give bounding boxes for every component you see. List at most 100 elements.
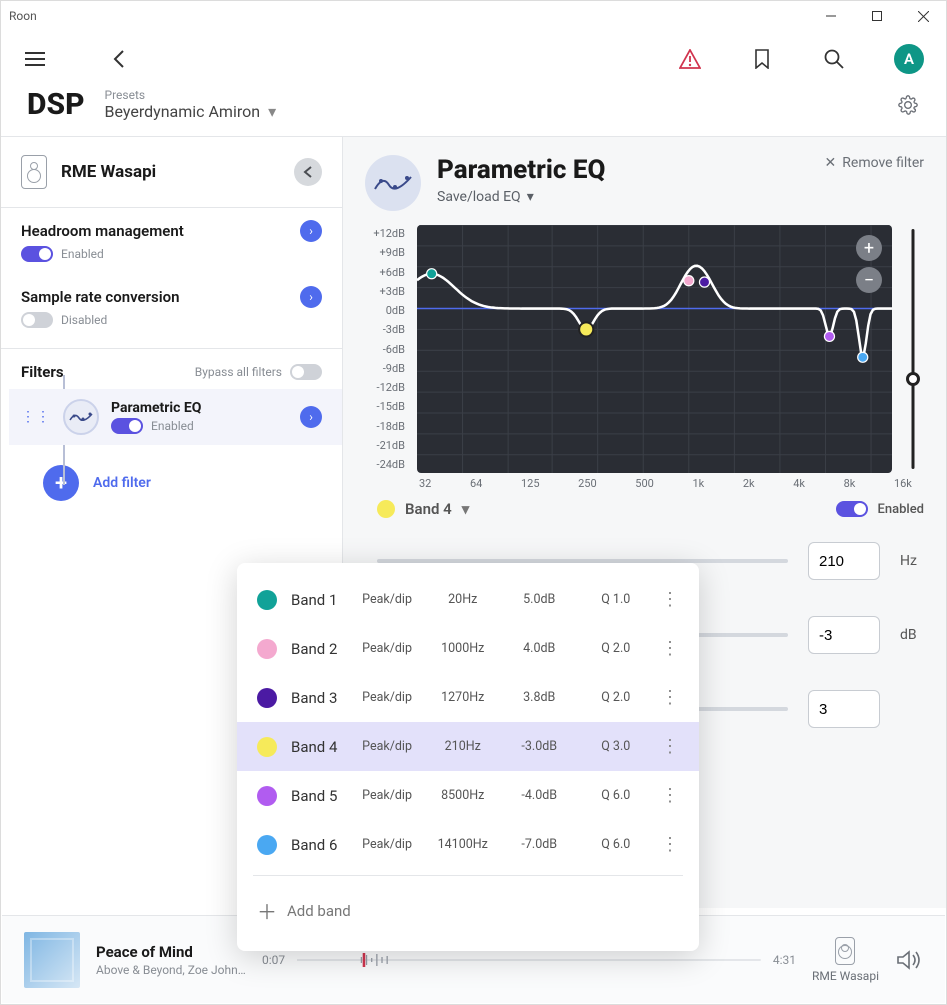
- band-q: Q 1.0: [585, 592, 648, 607]
- back-icon[interactable]: [107, 47, 131, 71]
- band-color-dot: [257, 737, 277, 757]
- vertical-slider[interactable]: [902, 225, 924, 473]
- filter-item-parametric-eq[interactable]: ⋮⋮ Parametric EQ Enabled ›: [9, 389, 342, 445]
- more-icon[interactable]: ⋮: [661, 589, 679, 610]
- add-filter-button[interactable]: + Add filter: [9, 445, 342, 521]
- headroom-row[interactable]: Headroom management › Enabled: [1, 208, 342, 274]
- src-row[interactable]: Sample rate conversion › Disabled: [1, 274, 342, 340]
- band-color-dot: [257, 688, 277, 708]
- band-color-dot: [257, 786, 277, 806]
- band-freq: 14100Hz: [432, 837, 495, 852]
- window-minimize-button[interactable]: [808, 1, 854, 31]
- src-toggle[interactable]: [21, 312, 53, 328]
- band-dropdown-item[interactable]: Band 5 Peak/dip 8500Hz -4.0dB Q 6.0 ⋮: [237, 771, 699, 820]
- zone-selector[interactable]: RME Wasapi: [812, 937, 879, 983]
- src-title: Sample rate conversion: [21, 288, 179, 306]
- bookmark-icon[interactable]: [750, 47, 774, 71]
- x-axis-labels: 32641252505001k2k4k8k16k: [365, 473, 924, 490]
- add-band-label: Add band: [287, 902, 351, 920]
- band-gain: 5.0dB: [508, 592, 571, 607]
- zone-name: RME Wasapi: [812, 969, 879, 983]
- gain-input[interactable]: [808, 616, 880, 654]
- band-type: Peak/dip: [362, 690, 417, 705]
- search-icon[interactable]: [822, 47, 846, 71]
- band-freq: 210Hz: [432, 739, 495, 754]
- filters-heading: Filters: [21, 363, 64, 381]
- chevron-down-icon: ▾: [527, 189, 534, 205]
- save-load-button[interactable]: Save/load EQ ▾: [437, 189, 605, 205]
- band-freq: 1270Hz: [432, 690, 495, 705]
- add-filter-label: Add filter: [93, 475, 151, 491]
- band-name: Band 3: [291, 689, 348, 707]
- zoom-in-button[interactable]: +: [856, 235, 882, 261]
- alert-icon[interactable]: [678, 47, 702, 71]
- band-selector[interactable]: Band 4 ▾ Enabled: [365, 490, 924, 524]
- band-dropdown[interactable]: Band 1 Peak/dip 20Hz 5.0dB Q 1.0 ⋮ Band …: [237, 563, 699, 951]
- band-q: Q 6.0: [585, 788, 648, 803]
- q-input[interactable]: [808, 690, 880, 728]
- add-band-button[interactable]: ＋ Add band: [237, 882, 699, 939]
- more-icon[interactable]: ⋮: [661, 687, 679, 708]
- window-maximize-button[interactable]: [854, 1, 900, 31]
- band-freq: 8500Hz: [432, 788, 495, 803]
- zoom-out-button[interactable]: −: [856, 267, 882, 293]
- drag-handle-icon[interactable]: ⋮⋮: [21, 409, 51, 425]
- band-color-dot: [257, 639, 277, 659]
- time-elapsed: 0:07: [262, 953, 285, 967]
- chevron-right-icon[interactable]: ›: [300, 220, 322, 242]
- seek-bar[interactable]: [297, 951, 761, 969]
- window-close-button[interactable]: [900, 1, 946, 31]
- collapse-icon[interactable]: [294, 158, 322, 186]
- headroom-toggle[interactable]: [21, 246, 53, 262]
- band-dropdown-item[interactable]: Band 1 Peak/dip 20Hz 5.0dB Q 1.0 ⋮: [237, 575, 699, 624]
- band-dropdown-item[interactable]: Band 2 Peak/dip 1000Hz 4.0dB Q 2.0 ⋮: [237, 624, 699, 673]
- window-titlebar: Roon: [1, 1, 946, 31]
- band-color-dot: [257, 835, 277, 855]
- band-q: Q 6.0: [585, 837, 648, 852]
- more-icon[interactable]: ⋮: [661, 834, 679, 855]
- bypass-all-toggle[interactable]: Bypass all filters: [195, 364, 322, 380]
- enabled-label: Enabled: [878, 502, 925, 517]
- album-art[interactable]: [24, 932, 80, 988]
- eq-chart[interactable]: + −: [417, 225, 892, 473]
- more-icon[interactable]: ⋮: [661, 638, 679, 659]
- filter-toggle[interactable]: [111, 418, 143, 434]
- band-name: Band 2: [291, 640, 348, 658]
- topbar: A: [1, 31, 946, 87]
- plus-icon: +: [43, 465, 79, 501]
- band-dropdown-item[interactable]: Band 3 Peak/dip 1270Hz 3.8dB Q 2.0 ⋮: [237, 673, 699, 722]
- more-icon[interactable]: ⋮: [661, 736, 679, 757]
- avatar[interactable]: A: [894, 44, 924, 74]
- eq-curve-icon: [63, 399, 99, 435]
- chevron-right-icon[interactable]: ›: [300, 286, 322, 308]
- bypass-switch[interactable]: [290, 364, 322, 380]
- chevron-right-icon[interactable]: ›: [300, 406, 322, 428]
- preset-selector[interactable]: Presets Beyerdynamic Amiron ▾: [105, 88, 277, 121]
- device-header: RME Wasapi: [1, 137, 342, 208]
- close-icon: ✕: [825, 155, 837, 171]
- app-title: Roon: [9, 9, 37, 23]
- band-q: Q 3.0: [585, 739, 648, 754]
- band-selector-label: Band 4: [405, 500, 452, 518]
- band-q: Q 2.0: [585, 690, 648, 705]
- filter-state: Enabled: [151, 419, 194, 433]
- band-type: Peak/dip: [362, 641, 417, 656]
- band-q: Q 2.0: [585, 641, 648, 656]
- band-freq: 1000Hz: [432, 641, 495, 656]
- remove-filter-button[interactable]: ✕ Remove filter: [825, 155, 924, 171]
- band-enabled-toggle[interactable]: [836, 501, 868, 517]
- speaker-icon: [21, 155, 47, 189]
- chevron-down-icon: ▾: [462, 500, 470, 518]
- speaker-icon: [835, 937, 855, 965]
- more-icon[interactable]: ⋮: [661, 785, 679, 806]
- frequency-input[interactable]: [808, 542, 880, 580]
- gear-icon[interactable]: [896, 93, 920, 117]
- volume-icon[interactable]: [895, 946, 923, 974]
- hamburger-icon[interactable]: [23, 47, 47, 71]
- headroom-title: Headroom management: [21, 222, 184, 240]
- band-freq: 20Hz: [432, 592, 495, 607]
- band-dropdown-item[interactable]: Band 6 Peak/dip 14100Hz -7.0dB Q 6.0 ⋮: [237, 820, 699, 869]
- band-type: Peak/dip: [362, 592, 417, 607]
- band-dropdown-item[interactable]: Band 4 Peak/dip 210Hz -3.0dB Q 3.0 ⋮: [237, 722, 699, 771]
- eq-curve-icon: [365, 155, 421, 211]
